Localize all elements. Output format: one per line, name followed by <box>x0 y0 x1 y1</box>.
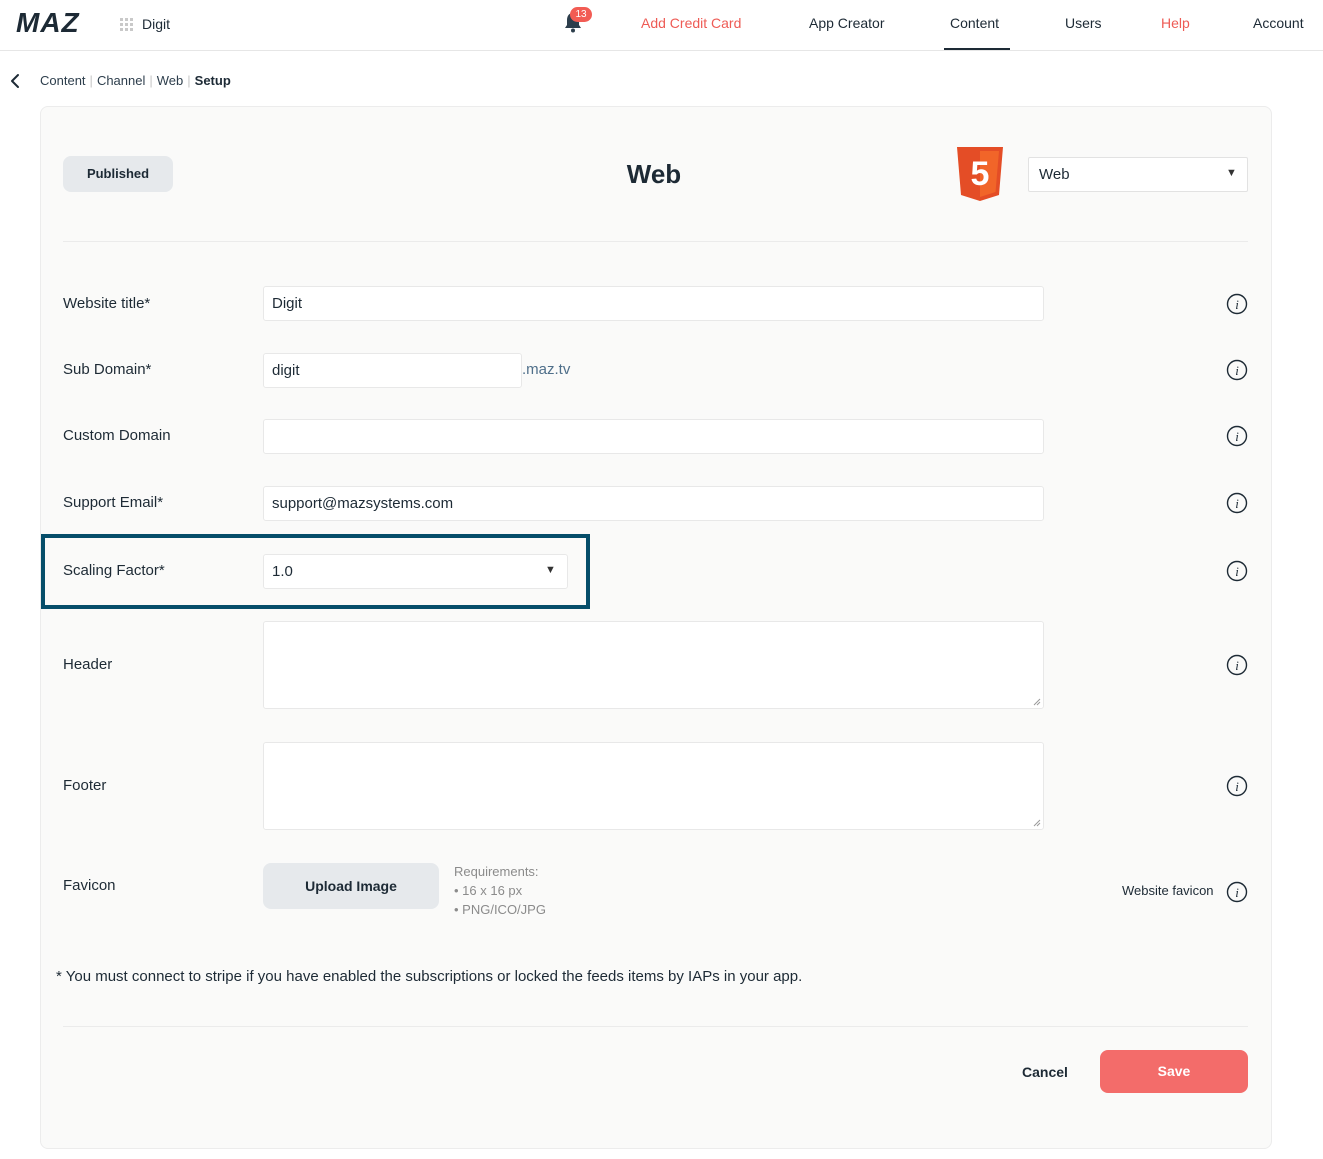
nav-users[interactable]: Users <box>1065 15 1102 31</box>
custom-domain-label: Custom Domain <box>63 427 171 444</box>
nav-content[interactable]: Content <box>950 15 999 31</box>
svg-text:i: i <box>1235 564 1239 579</box>
info-icon[interactable]: i <box>1226 654 1248 676</box>
scaling-factor-select[interactable]: 1.0 <box>263 554 568 589</box>
favicon-hint: Website favicon <box>1122 883 1214 898</box>
svg-text:i: i <box>1235 779 1239 794</box>
favicon-requirements: Requirements: • 16 x 16 px • PNG/ICO/JPG <box>454 864 546 917</box>
sub-domain-suffix: .maz.tv <box>522 361 571 378</box>
footer-label: Footer <box>63 777 107 794</box>
chevron-down-icon: ▼ <box>545 564 556 576</box>
header-label: Header <box>63 656 113 673</box>
divider <box>63 1026 1248 1027</box>
nav-add-credit-card[interactable]: Add Credit Card <box>641 15 741 31</box>
info-icon[interactable]: i <box>1226 560 1248 582</box>
active-tab-indicator <box>944 48 1010 50</box>
custom-domain-input[interactable] <box>263 419 1044 454</box>
save-button[interactable]: Save <box>1100 1050 1248 1093</box>
html5-icon: 5 <box>957 147 1003 201</box>
svg-text:MAZ: MAZ <box>16 9 80 35</box>
favicon-label: Favicon <box>63 877 116 894</box>
cancel-button[interactable]: Cancel <box>1008 1060 1082 1084</box>
back-arrow-icon[interactable] <box>8 73 22 89</box>
grid-icon <box>120 17 135 32</box>
resize-handle-icon[interactable] <box>1032 818 1041 827</box>
page-title: Web <box>626 159 682 189</box>
nav-app-creator[interactable]: App Creator <box>809 15 884 31</box>
scaling-factor-label: Scaling Factor* <box>63 562 165 579</box>
info-icon[interactable]: i <box>1226 492 1248 514</box>
nav-account[interactable]: Account <box>1253 15 1304 31</box>
breadcrumb-web[interactable]: Web <box>157 73 184 88</box>
sub-domain-label: Sub Domain* <box>63 361 152 378</box>
breadcrumb: Content | Channel | Web | Setup <box>40 73 231 88</box>
svg-text:i: i <box>1235 496 1239 511</box>
svg-text:i: i <box>1235 885 1239 900</box>
support-email-label: Support Email* <box>63 494 164 511</box>
sub-domain-input[interactable]: digit <box>263 353 522 388</box>
website-title-label: Website title* <box>63 295 151 312</box>
header-textarea[interactable] <box>263 621 1044 709</box>
info-icon[interactable]: i <box>1226 359 1248 381</box>
breadcrumb-channel[interactable]: Channel <box>97 73 145 88</box>
channel-select-value: Web <box>1039 166 1070 183</box>
notification-badge: 13 <box>570 7 592 22</box>
info-icon[interactable]: i <box>1226 293 1248 315</box>
info-icon[interactable]: i <box>1226 425 1248 447</box>
app-switcher[interactable]: Digit <box>120 16 170 32</box>
app-name: Digit <box>142 16 171 32</box>
svg-text:i: i <box>1235 429 1239 444</box>
breadcrumb-content[interactable]: Content <box>40 73 86 88</box>
status-badge: Published <box>63 156 173 192</box>
nav-help[interactable]: Help <box>1161 15 1190 31</box>
svg-text:5: 5 <box>971 155 990 193</box>
resize-handle-icon[interactable] <box>1032 697 1041 706</box>
breadcrumb-setup: Setup <box>194 73 231 88</box>
info-icon[interactable]: i <box>1226 775 1248 797</box>
stripe-note: * You must connect to stripe if you have… <box>56 968 803 985</box>
website-title-input[interactable]: Digit <box>263 286 1044 321</box>
svg-text:i: i <box>1235 658 1239 673</box>
chevron-down-icon: ▼ <box>1226 167 1237 179</box>
footer-textarea[interactable] <box>263 742 1044 830</box>
divider <box>63 241 1248 242</box>
maz-logo[interactable]: MAZ <box>16 9 108 35</box>
channel-select[interactable]: Web <box>1028 157 1248 192</box>
upload-image-button[interactable]: Upload Image <box>263 863 439 909</box>
svg-text:i: i <box>1235 363 1239 378</box>
support-email-input[interactable]: support@mazsystems.com <box>263 486 1044 521</box>
info-icon[interactable]: i <box>1226 881 1248 903</box>
top-navigation-bar: MAZ Digit 13 Add Credit Card App Creator… <box>0 0 1323 51</box>
svg-text:i: i <box>1235 297 1239 312</box>
